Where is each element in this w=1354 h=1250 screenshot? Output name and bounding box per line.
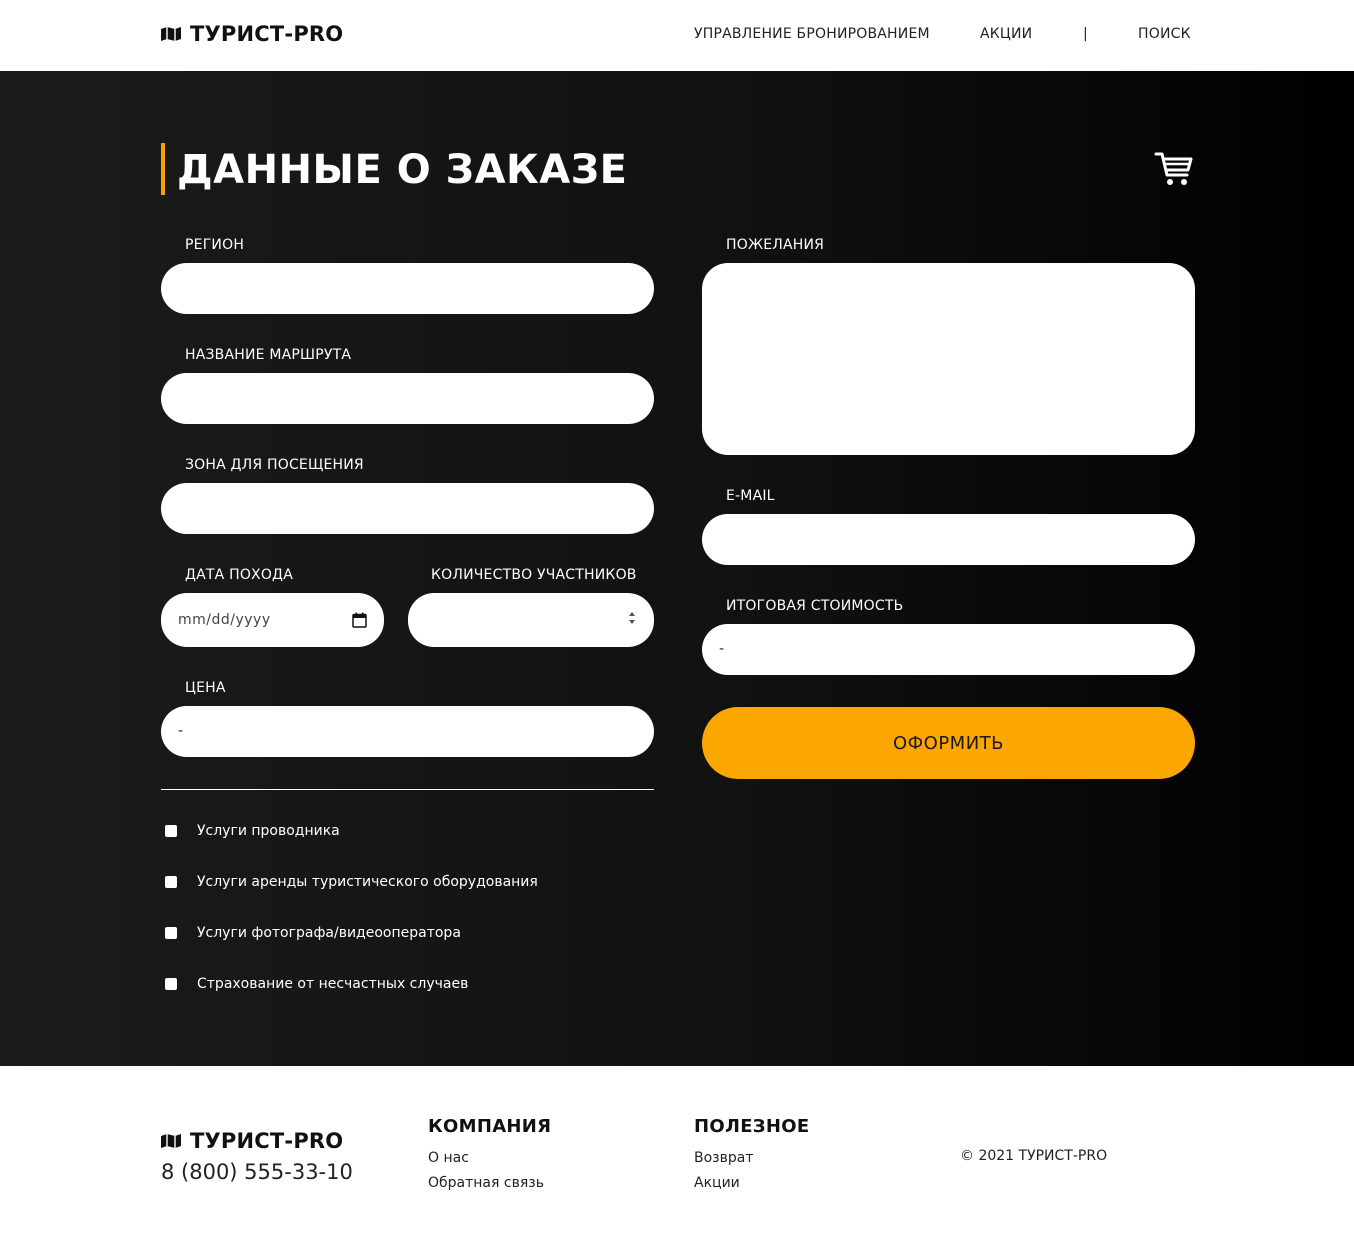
email-input[interactable]	[702, 514, 1195, 565]
service-equipment-label: Услуги аренды туристического оборудовани…	[197, 874, 538, 890]
participants-label: КОЛИЧЕСТВО УЧАСТНИКОВ	[431, 567, 637, 583]
footer-logo[interactable]: ТУРИСТ-PRO	[161, 1129, 343, 1153]
price-label: ЦЕНА	[185, 680, 226, 696]
map-icon	[161, 27, 181, 41]
service-guide[interactable]: Услуги проводника	[165, 823, 340, 839]
price-value: -	[178, 723, 184, 739]
email-label: E-MAIL	[726, 488, 775, 504]
service-equipment-checkbox[interactable]	[165, 876, 177, 888]
service-guide-checkbox[interactable]	[165, 825, 177, 837]
visit-zone-label: ЗОНА ДЛЯ ПОСЕЩЕНИЯ	[185, 457, 364, 473]
site-header: ТУРИСТ-PRO УПРАВЛЕНИЕ БРОНИРОВАНИЕМ АКЦИ…	[0, 0, 1354, 71]
route-name-label: НАЗВАНИЕ МАРШРУТА	[185, 347, 352, 363]
wishes-label: ПОЖЕЛАНИЯ	[726, 237, 825, 253]
map-icon	[161, 1134, 181, 1148]
footer-link-promotions[interactable]: Акции	[694, 1175, 740, 1191]
service-photographer-checkbox[interactable]	[165, 927, 177, 939]
hike-date-input[interactable]: mm/dd/yyyy	[161, 593, 384, 647]
service-guide-label: Услуги проводника	[197, 823, 340, 839]
total-cost-field: -	[702, 624, 1195, 675]
footer-useful-heading: ПОЛЕЗНОЕ	[694, 1116, 810, 1137]
submit-order-button[interactable]: ОФОРМИТЬ	[702, 707, 1195, 779]
page-title: ДАННЫЕ О ЗАКАЗЕ	[177, 147, 628, 193]
total-cost-value: -	[719, 641, 725, 657]
route-name-input[interactable]	[161, 373, 654, 424]
nav-separator: |	[1083, 26, 1088, 42]
nav-promotions[interactable]: АКЦИИ	[980, 26, 1032, 42]
service-equipment-rental[interactable]: Услуги аренды туристического оборудовани…	[165, 874, 538, 890]
service-insurance-label: Страхование от несчастных случаев	[197, 976, 469, 992]
price-field: -	[161, 706, 654, 757]
services-divider	[161, 789, 654, 790]
footer-phone[interactable]: 8 (800) 555-33-10	[161, 1160, 353, 1184]
service-insurance[interactable]: Страхование от несчастных случаев	[165, 976, 468, 992]
order-section: ДАННЫЕ О ЗАКАЗЕ РЕГИОН НАЗВАНИЕ МАРШРУТА…	[0, 71, 1354, 1066]
header-logo[interactable]: ТУРИСТ-PRO	[161, 22, 343, 46]
hike-date-label: ДАТА ПОХОДА	[185, 567, 293, 583]
region-input[interactable]	[161, 263, 654, 314]
footer-brand-name: ТУРИСТ-PRO	[190, 1129, 344, 1153]
number-spinner-icon[interactable]	[628, 610, 636, 626]
wishes-textarea[interactable]	[702, 263, 1195, 455]
service-insurance-checkbox[interactable]	[165, 978, 177, 990]
site-footer: ТУРИСТ-PRO 8 (800) 555-33-10 КОМПАНИЯ О …	[0, 1066, 1354, 1250]
service-photographer[interactable]: Услуги фотографа/видеооператора	[165, 925, 461, 941]
nav-search[interactable]: ПОИСК	[1138, 26, 1191, 42]
footer-link-refund[interactable]: Возврат	[694, 1150, 754, 1166]
cart-icon[interactable]	[1154, 151, 1194, 187]
total-cost-label: ИТОГОВАЯ СТОИМОСТЬ	[726, 598, 904, 614]
visit-zone-input[interactable]	[161, 483, 654, 534]
participants-input[interactable]	[408, 593, 654, 647]
service-photographer-label: Услуги фотографа/видеооператора	[197, 925, 461, 941]
title-accent-bar	[161, 143, 165, 195]
footer-link-about[interactable]: О нас	[428, 1150, 469, 1166]
footer-company-heading: КОМПАНИЯ	[428, 1116, 552, 1137]
region-label: РЕГИОН	[185, 237, 245, 253]
footer-link-feedback[interactable]: Обратная связь	[428, 1175, 544, 1191]
nav-booking-management[interactable]: УПРАВЛЕНИЕ БРОНИРОВАНИЕМ	[694, 26, 930, 42]
calendar-icon[interactable]	[352, 612, 367, 628]
hike-date-placeholder: mm/dd/yyyy	[178, 612, 271, 628]
header-brand-name: ТУРИСТ-PRO	[190, 22, 344, 46]
footer-copyright: © 2021 ТУРИСТ-PRO	[960, 1148, 1108, 1164]
